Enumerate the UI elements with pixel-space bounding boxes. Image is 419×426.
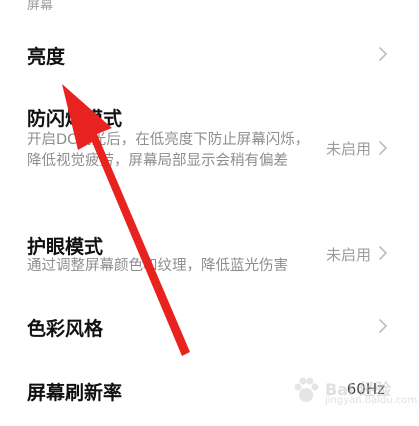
chevron-right-icon: [377, 140, 389, 156]
settings-row-anti-flicker[interactable]: 防闪烁模式 开启DC调光后，在低亮度下防止屏幕闪烁，降低视觉疲劳，屏幕局部显示会…: [0, 100, 419, 200]
chevron-right-icon: [377, 46, 389, 62]
row-title: 屏幕刷新率: [27, 382, 123, 404]
row-description: 通过调整屏幕颜色和纹理，降低蓝光伤害: [27, 258, 288, 274]
chevron-right-icon: [377, 318, 389, 334]
section-label: 屏幕: [27, 0, 54, 13]
row-description: 开启DC调光后，在低亮度下防止屏幕闪烁，降低视觉疲劳，屏幕局部显示会稍有偏差: [27, 132, 310, 169]
row-title: 防闪烁模式: [27, 108, 123, 130]
row-title: 亮度: [27, 46, 66, 68]
settings-row-color-style[interactable]: 色彩风格: [0, 300, 419, 355]
watermark-logo: Bai 经验 jingyan.baidu.com: [291, 376, 417, 412]
paw-icon: [294, 377, 319, 402]
row-title: 护眼模式: [27, 236, 104, 258]
settings-row-brightness[interactable]: 亮度: [0, 30, 419, 80]
row-status-value: 未启用: [325, 246, 371, 264]
row-title: 色彩风格: [27, 318, 104, 340]
watermark-url: jingyan.baidu.com: [325, 395, 418, 406]
row-status-value: 未启用: [325, 140, 371, 158]
chevron-right-icon: [377, 245, 389, 261]
settings-row-eye-care[interactable]: 护眼模式 通过调整屏幕颜色和纹理，降低蓝光伤害 未启用: [0, 228, 419, 288]
